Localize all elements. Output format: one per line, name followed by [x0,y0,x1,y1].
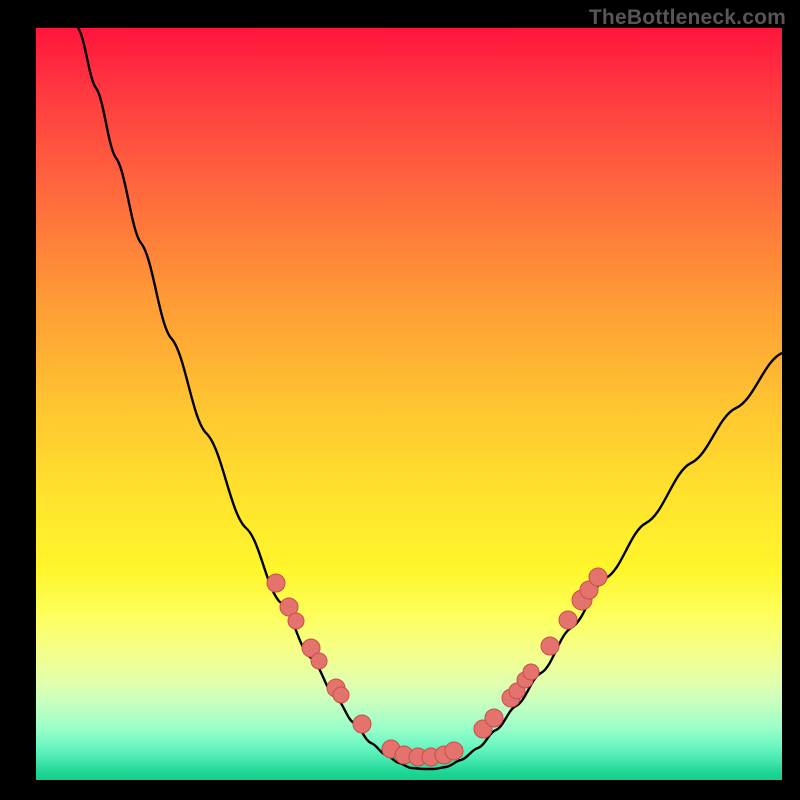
watermark-text: TheBottleneck.com [589,6,786,30]
data-marker [589,568,607,586]
chart-svg [36,28,782,780]
data-marker [523,664,539,680]
data-marker [311,653,327,669]
data-marker [445,742,463,760]
data-marker [333,687,349,703]
data-marker [485,709,503,727]
chart-frame: TheBottleneck.com [0,0,800,800]
data-marker [267,574,285,592]
data-marker [353,715,371,733]
data-marker [559,611,577,629]
bottleneck-curve [78,28,782,769]
data-marker [541,637,559,655]
data-markers [267,568,607,766]
data-marker [288,613,304,629]
chart-plot-area [36,28,782,780]
